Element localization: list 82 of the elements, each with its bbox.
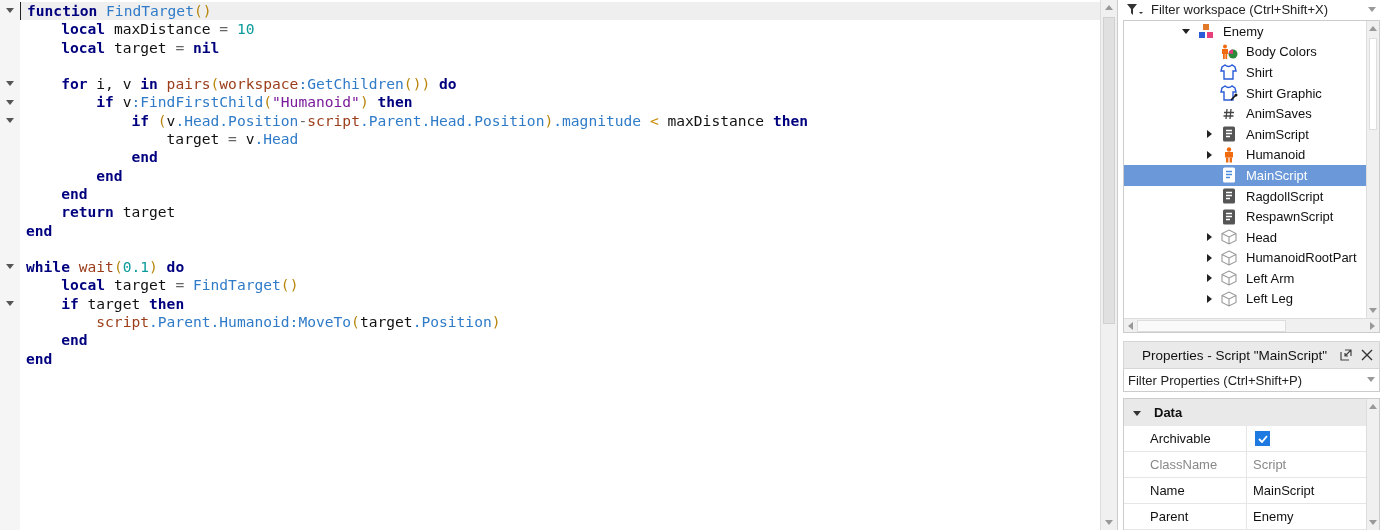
checkbox[interactable] <box>1255 431 1270 446</box>
scroll-thumb[interactable] <box>1103 17 1115 324</box>
shirt-brush-icon <box>1220 85 1238 102</box>
code-line: while wait(0.1) do <box>25 258 186 277</box>
scroll-up-icon[interactable] <box>1369 404 1377 409</box>
scroll-left-icon[interactable] <box>1128 321 1133 330</box>
category-name: Data <box>1154 405 1183 420</box>
tree-item[interactable]: AnimScript <box>1124 123 1366 145</box>
script-icon <box>1220 188 1238 204</box>
code-line: end <box>25 221 54 240</box>
tree-item[interactable]: Body Colors <box>1124 41 1366 63</box>
cube-icon <box>1220 290 1238 307</box>
expand-arrow-icon[interactable] <box>1204 252 1214 263</box>
script-icon <box>1220 208 1238 225</box>
tree-item[interactable]: Shirt <box>1124 62 1366 83</box>
code-line: local maxDistance = 10 <box>60 20 256 39</box>
cube-icon <box>1220 270 1238 287</box>
script-icon <box>1220 126 1238 143</box>
scroll-up-icon[interactable] <box>1369 25 1377 31</box>
dropdown-arrow-icon[interactable] <box>1368 6 1376 13</box>
code-line: local target = nil <box>60 38 221 57</box>
scrollbar[interactable] <box>1366 399 1379 530</box>
undock-icon[interactable] <box>1339 348 1353 363</box>
code-line: return target <box>60 203 177 222</box>
script-icon <box>1220 167 1238 184</box>
scroll-right-icon[interactable] <box>1370 321 1375 330</box>
tree-item[interactable]: AnimSaves <box>1124 103 1366 124</box>
code-line: end <box>60 331 89 350</box>
code-line: if (v.Head.Position-script.Parent.Head.Position).magnitude < maxDistance then <box>130 111 810 131</box>
code-line: end <box>130 148 159 167</box>
cube-icon <box>1220 249 1238 266</box>
tree-item[interactable]: Shirt Graphic <box>1124 82 1366 104</box>
tree-item[interactable]: Left Arm <box>1124 268 1366 289</box>
property-name: Name <box>1124 478 1247 503</box>
panel-title: Properties - Script "MainScript" <box>1142 347 1328 363</box>
expand-arrow-icon[interactable] <box>1204 293 1214 304</box>
property-name: Parent <box>1124 504 1247 529</box>
tree-item[interactable]: Enemy <box>1124 20 1366 42</box>
tree-item[interactable]: Left Leg <box>1124 288 1366 310</box>
property-name: Archivable <box>1124 426 1247 451</box>
scrollbar[interactable] <box>1366 20 1379 319</box>
scroll-down-icon[interactable] <box>1369 308 1377 314</box>
cube-icon <box>1220 229 1238 246</box>
code-line: script.Parent.Humanoid:MoveTo(target.Position) <box>95 313 502 332</box>
tree-item[interactable]: HumanoidRootPart <box>1124 247 1366 269</box>
scroll-up-icon[interactable] <box>1105 5 1113 10</box>
code-line: local target = FindTarget() <box>60 276 300 295</box>
tree-item[interactable]: Head <box>1124 226 1366 248</box>
shirt-icon <box>1220 64 1238 81</box>
blocks-icon <box>1197 23 1215 40</box>
code-line: target = v.Head <box>165 130 300 149</box>
tree-item[interactable]: RagdollScript <box>1124 185 1366 207</box>
filter-field[interactable]: Filter workspace (Ctrl+Shift+X) <box>1123 0 1380 21</box>
dropdown-arrow-icon[interactable] <box>1367 377 1375 384</box>
property-value[interactable]: Enemy <box>1247 504 1366 529</box>
code-line: if target then <box>60 294 186 314</box>
code-line: end <box>60 184 89 204</box>
scroll-down-icon[interactable] <box>1105 520 1113 525</box>
expand-arrow-icon[interactable] <box>1204 232 1214 243</box>
category-header[interactable]: Data <box>1124 399 1366 426</box>
property-value[interactable]: MainScript <box>1247 478 1366 503</box>
scroll-thumb[interactable] <box>1137 319 1286 332</box>
code-line: end <box>25 349 54 368</box>
fold-arrow-icon[interactable] <box>5 299 15 308</box>
code-line: for i, v in pairs(workspace:GetChildren()) do <box>60 75 458 94</box>
scroll-thumb[interactable] <box>1369 37 1377 130</box>
code-line: end <box>95 166 124 185</box>
property-value[interactable]: Script <box>1247 452 1366 477</box>
scroll-down-icon[interactable] <box>1369 520 1377 525</box>
expand-arrow-icon[interactable] <box>1204 149 1214 160</box>
scrollbar[interactable] <box>1100 0 1117 530</box>
filter-icon[interactable] <box>1127 3 1145 16</box>
tree-item[interactable]: Humanoid <box>1124 144 1366 166</box>
scrollbar[interactable] <box>1124 318 1379 333</box>
expand-arrow-icon[interactable] <box>1204 273 1214 284</box>
expand-arrow-icon[interactable] <box>1204 129 1214 140</box>
property-name: ClassName <box>1124 452 1247 477</box>
figure-palette-icon <box>1220 43 1238 60</box>
close-icon[interactable] <box>1361 349 1373 362</box>
code-line: if v:FindFirstChild("Humanoid") then <box>95 93 414 112</box>
tree-item[interactable]: RespawnScript <box>1124 206 1366 227</box>
filter-field[interactable]: Filter Properties (Ctrl+Shift+P) <box>1123 369 1380 392</box>
